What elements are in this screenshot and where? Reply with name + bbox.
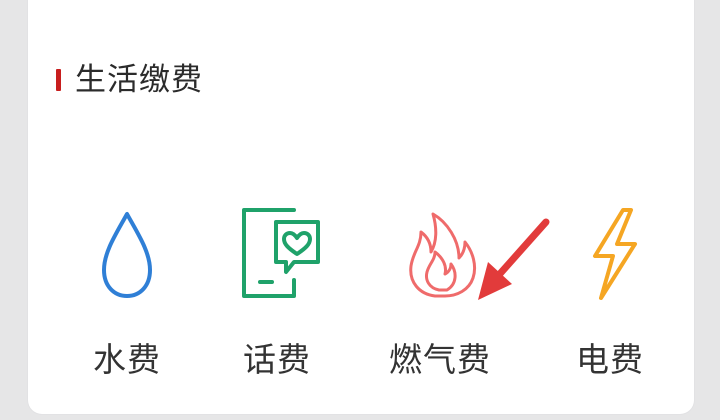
red-arrow-icon [470,210,560,310]
screen: 生活缴费 水费 话费 燃气费 电费 [0,0,720,420]
section-header: 生活缴费 [56,58,203,102]
phone-fee-label: 话费 [243,340,311,379]
water-fee-button[interactable]: 水费 [52,200,202,400]
phone-heart-icon [222,200,332,310]
phone-fee-button[interactable]: 话费 [202,200,352,400]
water-fee-label: 水费 [93,340,161,379]
water-drop-icon [72,200,182,310]
accent-bar [56,69,61,91]
gas-fee-label: 燃气费 [389,340,491,379]
section-title: 生活缴费 [75,61,203,98]
lightning-icon [555,200,665,310]
electricity-fee-label: 电费 [576,340,644,379]
